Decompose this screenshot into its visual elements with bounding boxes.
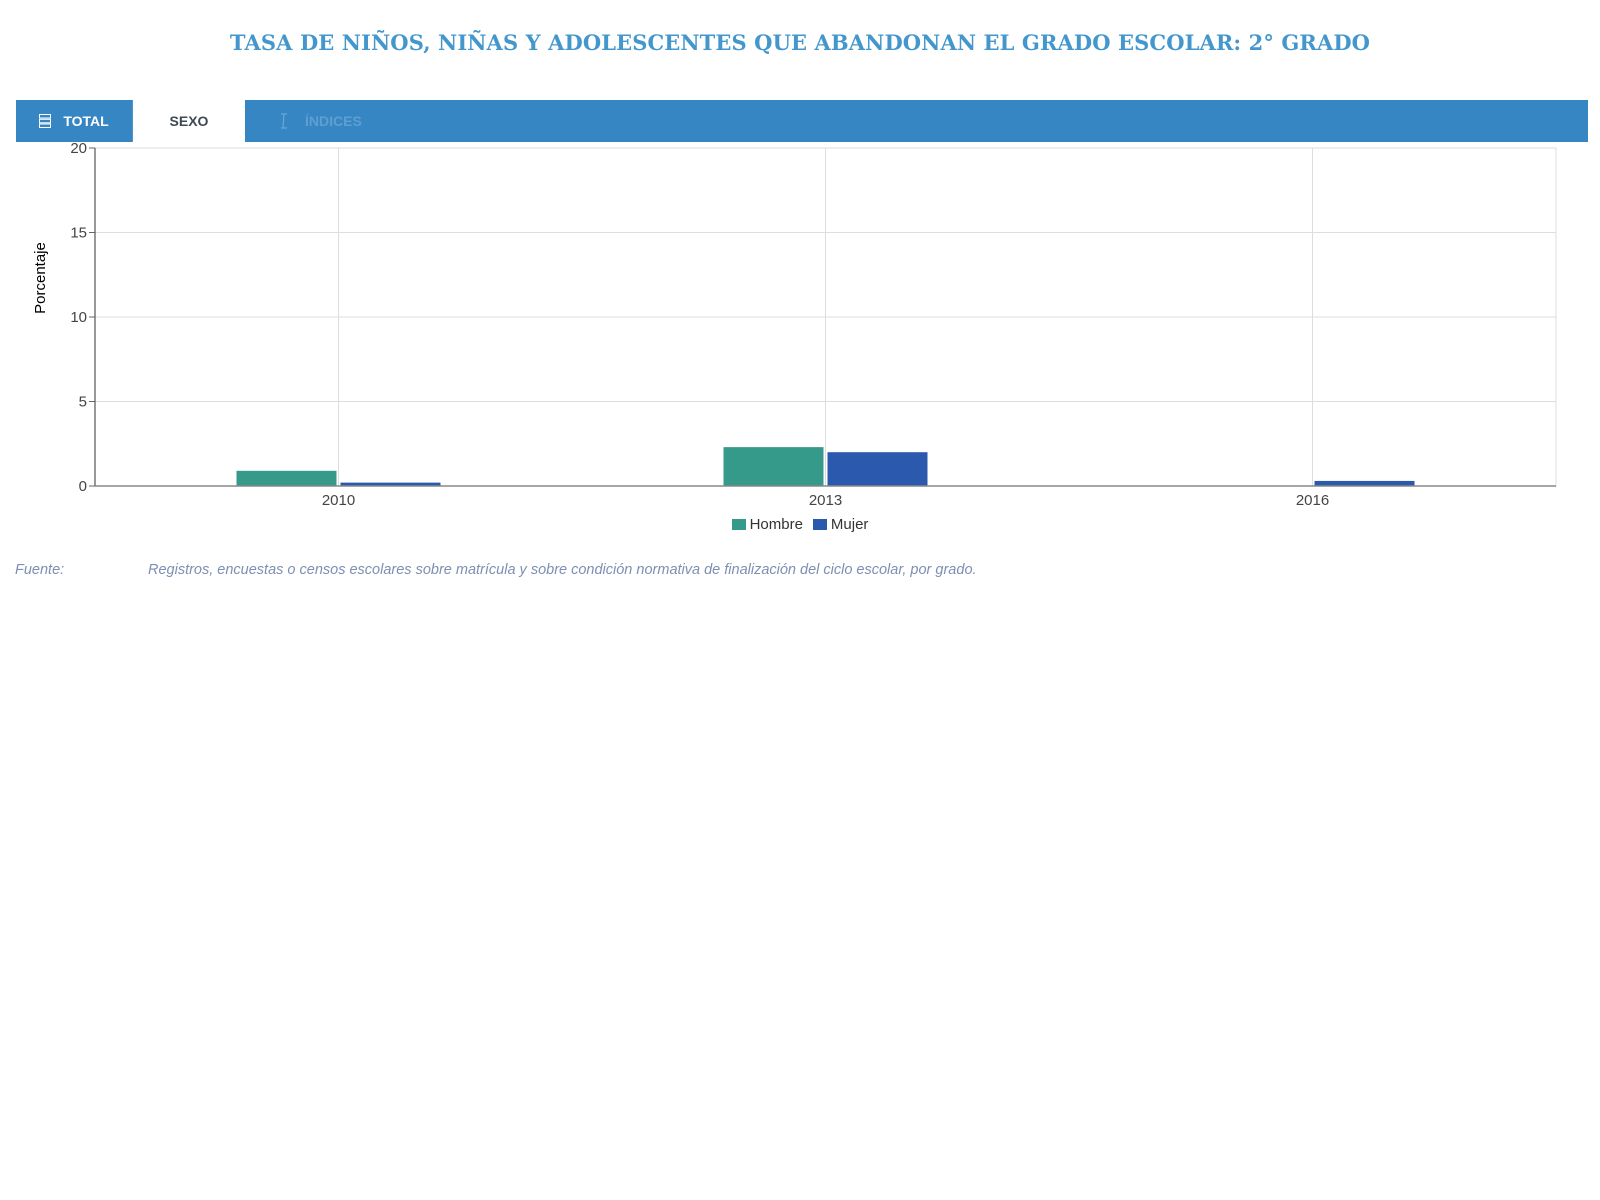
legend-swatch-hombre <box>731 519 746 530</box>
x-tick-label: 2016 <box>1296 492 1329 509</box>
text-cursor-icon <box>281 113 287 129</box>
bar-mujer-2013[interactable]: Mujer 2013: 2 <box>827 452 928 486</box>
y-tick-label: 15 <box>70 225 87 242</box>
bar-hombre-2010[interactable]: Hombre 2010: 0.9 <box>236 470 337 486</box>
chart-title: TASA DE NIÑOS, NIÑAS Y ADOLESCENTES QUE … <box>229 30 1371 55</box>
source-label: Fuente: <box>15 562 65 578</box>
tab-indices[interactable]: ÍNDICES <box>245 100 385 142</box>
y-axis-label: Porcentaje <box>32 242 49 314</box>
tab-total[interactable]: TOTAL <box>16 100 133 142</box>
chart-grid <box>94 147 1557 487</box>
tab-total-label: TOTAL <box>63 113 109 129</box>
legend-swatch-mujer <box>812 519 827 530</box>
bar-mujer-2016[interactable]: Mujer 2016: 0.3 <box>1314 480 1415 486</box>
legend-item-mujer[interactable]: Mujer <box>812 516 869 533</box>
y-tick-label: 0 <box>79 478 87 495</box>
y-tick-label: 20 <box>70 140 87 157</box>
tab-sexo[interactable]: SEXO <box>133 100 245 142</box>
tab-bar: TOTAL SEXO ÍNDICES <box>16 100 1588 142</box>
legend-label-mujer: Mujer <box>830 516 869 533</box>
bar-hombre-2013[interactable]: Hombre 2013: 2.3 <box>723 447 824 486</box>
y-tick-label: 5 <box>79 394 87 411</box>
source-text: Registros, encuestas o censos escolares … <box>148 562 977 578</box>
bar-chart: Hombre 2010: 0.9Mujer 2010: 0.2Hombre 20… <box>32 140 1557 509</box>
tab-sexo-label: SEXO <box>169 113 209 129</box>
x-tick-label: 2010 <box>322 492 355 509</box>
x-tick-label: 2013 <box>809 492 842 509</box>
legend-label-hombre: Hombre <box>749 516 803 533</box>
chart-legend: Hombre Mujer <box>0 516 1600 533</box>
legend-item-hombre[interactable]: Hombre <box>731 516 803 533</box>
tab-indices-label: ÍNDICES <box>305 113 362 129</box>
y-tick-label: 10 <box>70 309 87 326</box>
list-icon <box>39 114 52 128</box>
